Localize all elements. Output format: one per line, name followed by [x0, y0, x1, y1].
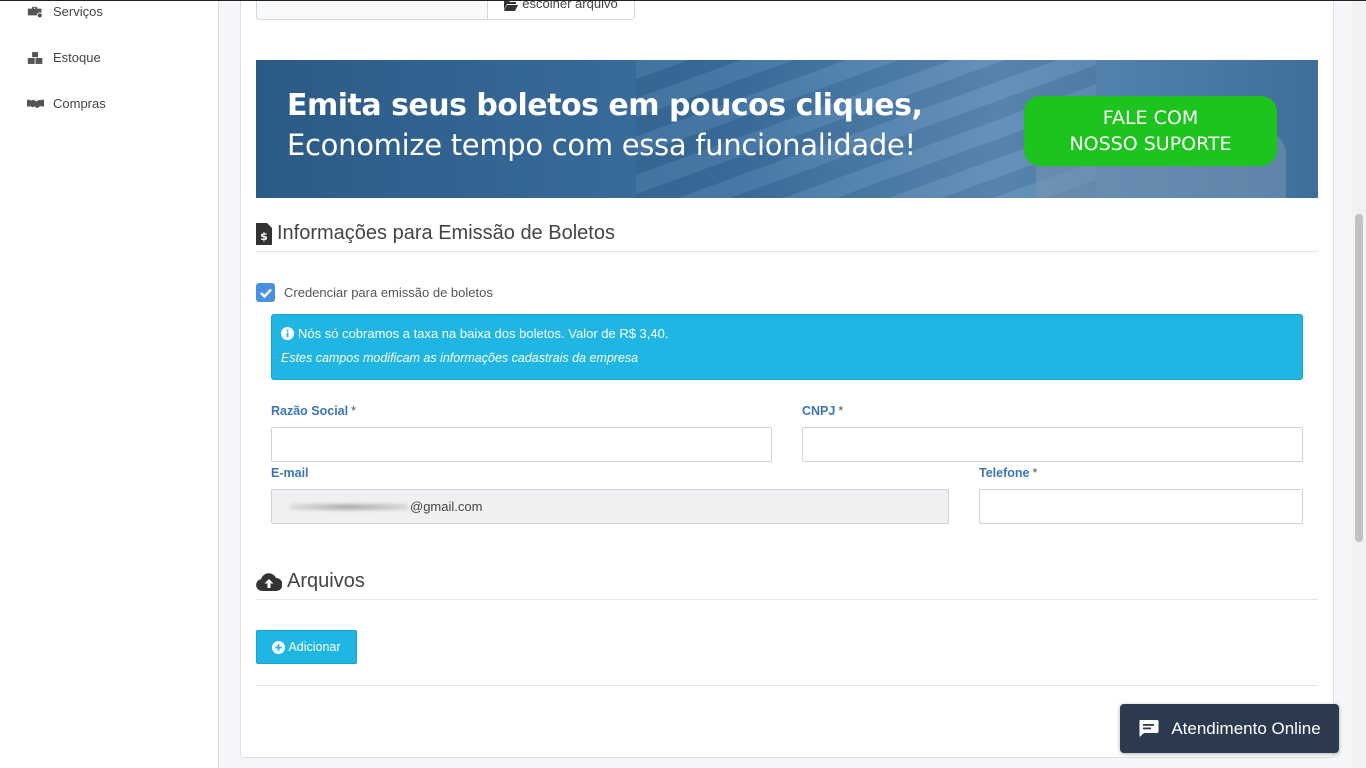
- choose-file-button[interactable]: escolher arquivo: [488, 0, 634, 19]
- alert-text: Nós só cobramos a taxa na baixa dos bole…: [298, 326, 669, 341]
- sidebar-item-label: Serviços: [53, 4, 103, 19]
- required-marker: *: [351, 404, 356, 418]
- cnpj-input[interactable]: [802, 427, 1303, 462]
- boxes-icon: [27, 51, 43, 64]
- handshake-icon: [27, 99, 44, 108]
- razao-social-label: Razão Social *: [271, 404, 356, 418]
- cnpj-label: CNPJ *: [802, 404, 843, 418]
- telefone-input[interactable]: [979, 489, 1303, 524]
- telefone-label: Telefone *: [979, 466, 1037, 480]
- checkbox-label: Credenciar para emissão de boletos: [284, 285, 493, 300]
- redacted-text: [290, 503, 408, 510]
- choose-file-label: escolher arquivo: [522, 0, 618, 11]
- sidebar-item-label: Compras: [53, 96, 106, 111]
- credenciar-checkbox[interactable]: [256, 283, 275, 302]
- chat-icon: [1139, 720, 1159, 737]
- divider: [256, 685, 1318, 686]
- section-title-text: Informações para Emissão de Boletos: [277, 222, 615, 244]
- sidebar-item-label: Estoque: [53, 50, 101, 65]
- banner-subline: Economize tempo com essa funcionalidade!: [287, 128, 916, 162]
- sidebar-item-servicos[interactable]: Serviços: [27, 4, 103, 19]
- credenciar-checkbox-row[interactable]: Credenciar para emissão de boletos: [256, 283, 493, 302]
- sidebar-item-estoque[interactable]: Estoque: [27, 50, 101, 65]
- email-input: @gmail.com: [271, 489, 949, 524]
- top-border: [0, 0, 1366, 1]
- svg-text:$: $: [260, 230, 268, 243]
- file-chooser[interactable]: escolher arquivo: [256, 0, 635, 20]
- alert-note: Estes campos modificam as informações ca…: [281, 351, 639, 365]
- cnpj-label-text: CNPJ: [802, 404, 836, 418]
- email-label-text: E-mail: [271, 466, 309, 480]
- banner-headline: Emita seus boletos em poucos cliques,: [287, 88, 923, 123]
- email-suffix: @gmail.com: [410, 499, 483, 514]
- invoice-icon: $: [256, 222, 272, 245]
- page-scrollbar[interactable]: [1352, 0, 1366, 768]
- cta-line-1: FALE COM: [1102, 107, 1199, 129]
- sidebar-item-compras[interactable]: Compras: [27, 96, 106, 111]
- email-label: E-mail: [271, 466, 309, 480]
- check-icon: [259, 288, 272, 298]
- required-marker: *: [838, 404, 844, 418]
- plus-circle-icon: [272, 640, 286, 654]
- telefone-label-text: Telefone: [979, 466, 1030, 480]
- info-alert: Nós só cobramos a taxa na baixa dos bole…: [271, 314, 1303, 380]
- add-button-label: Adicionar: [288, 640, 341, 654]
- razao-social-label-text: Razão Social: [271, 404, 349, 418]
- scrollbar-thumb[interactable]: [1355, 214, 1363, 542]
- boleto-section-title: $ Informações para Emissão de Boletos: [256, 222, 1318, 252]
- cta-line-2: NOSSO SUPORTE: [1069, 133, 1232, 155]
- razao-social-input[interactable]: [271, 427, 772, 462]
- folder-open-icon: [504, 1, 519, 11]
- promo-banner: Emita seus boletos em poucos cliques, Ec…: [256, 60, 1318, 198]
- sidebar: Serviços Estoque Compras: [0, 0, 219, 768]
- files-section-title: Arquivos: [256, 570, 1318, 600]
- info-circle-icon: [281, 327, 294, 340]
- cloud-upload-icon: [256, 572, 282, 591]
- file-name-field[interactable]: [257, 0, 488, 19]
- required-marker: *: [1032, 466, 1038, 480]
- support-cta-button[interactable]: FALE COM NOSSO SUPORTE: [1024, 96, 1277, 166]
- online-support-chat-button[interactable]: Atendimento Online: [1120, 704, 1339, 753]
- section-title-text: Arquivos: [287, 570, 365, 592]
- services-icon: [27, 6, 43, 18]
- add-file-button[interactable]: Adicionar: [256, 630, 357, 664]
- chat-label: Atendimento Online: [1171, 718, 1321, 738]
